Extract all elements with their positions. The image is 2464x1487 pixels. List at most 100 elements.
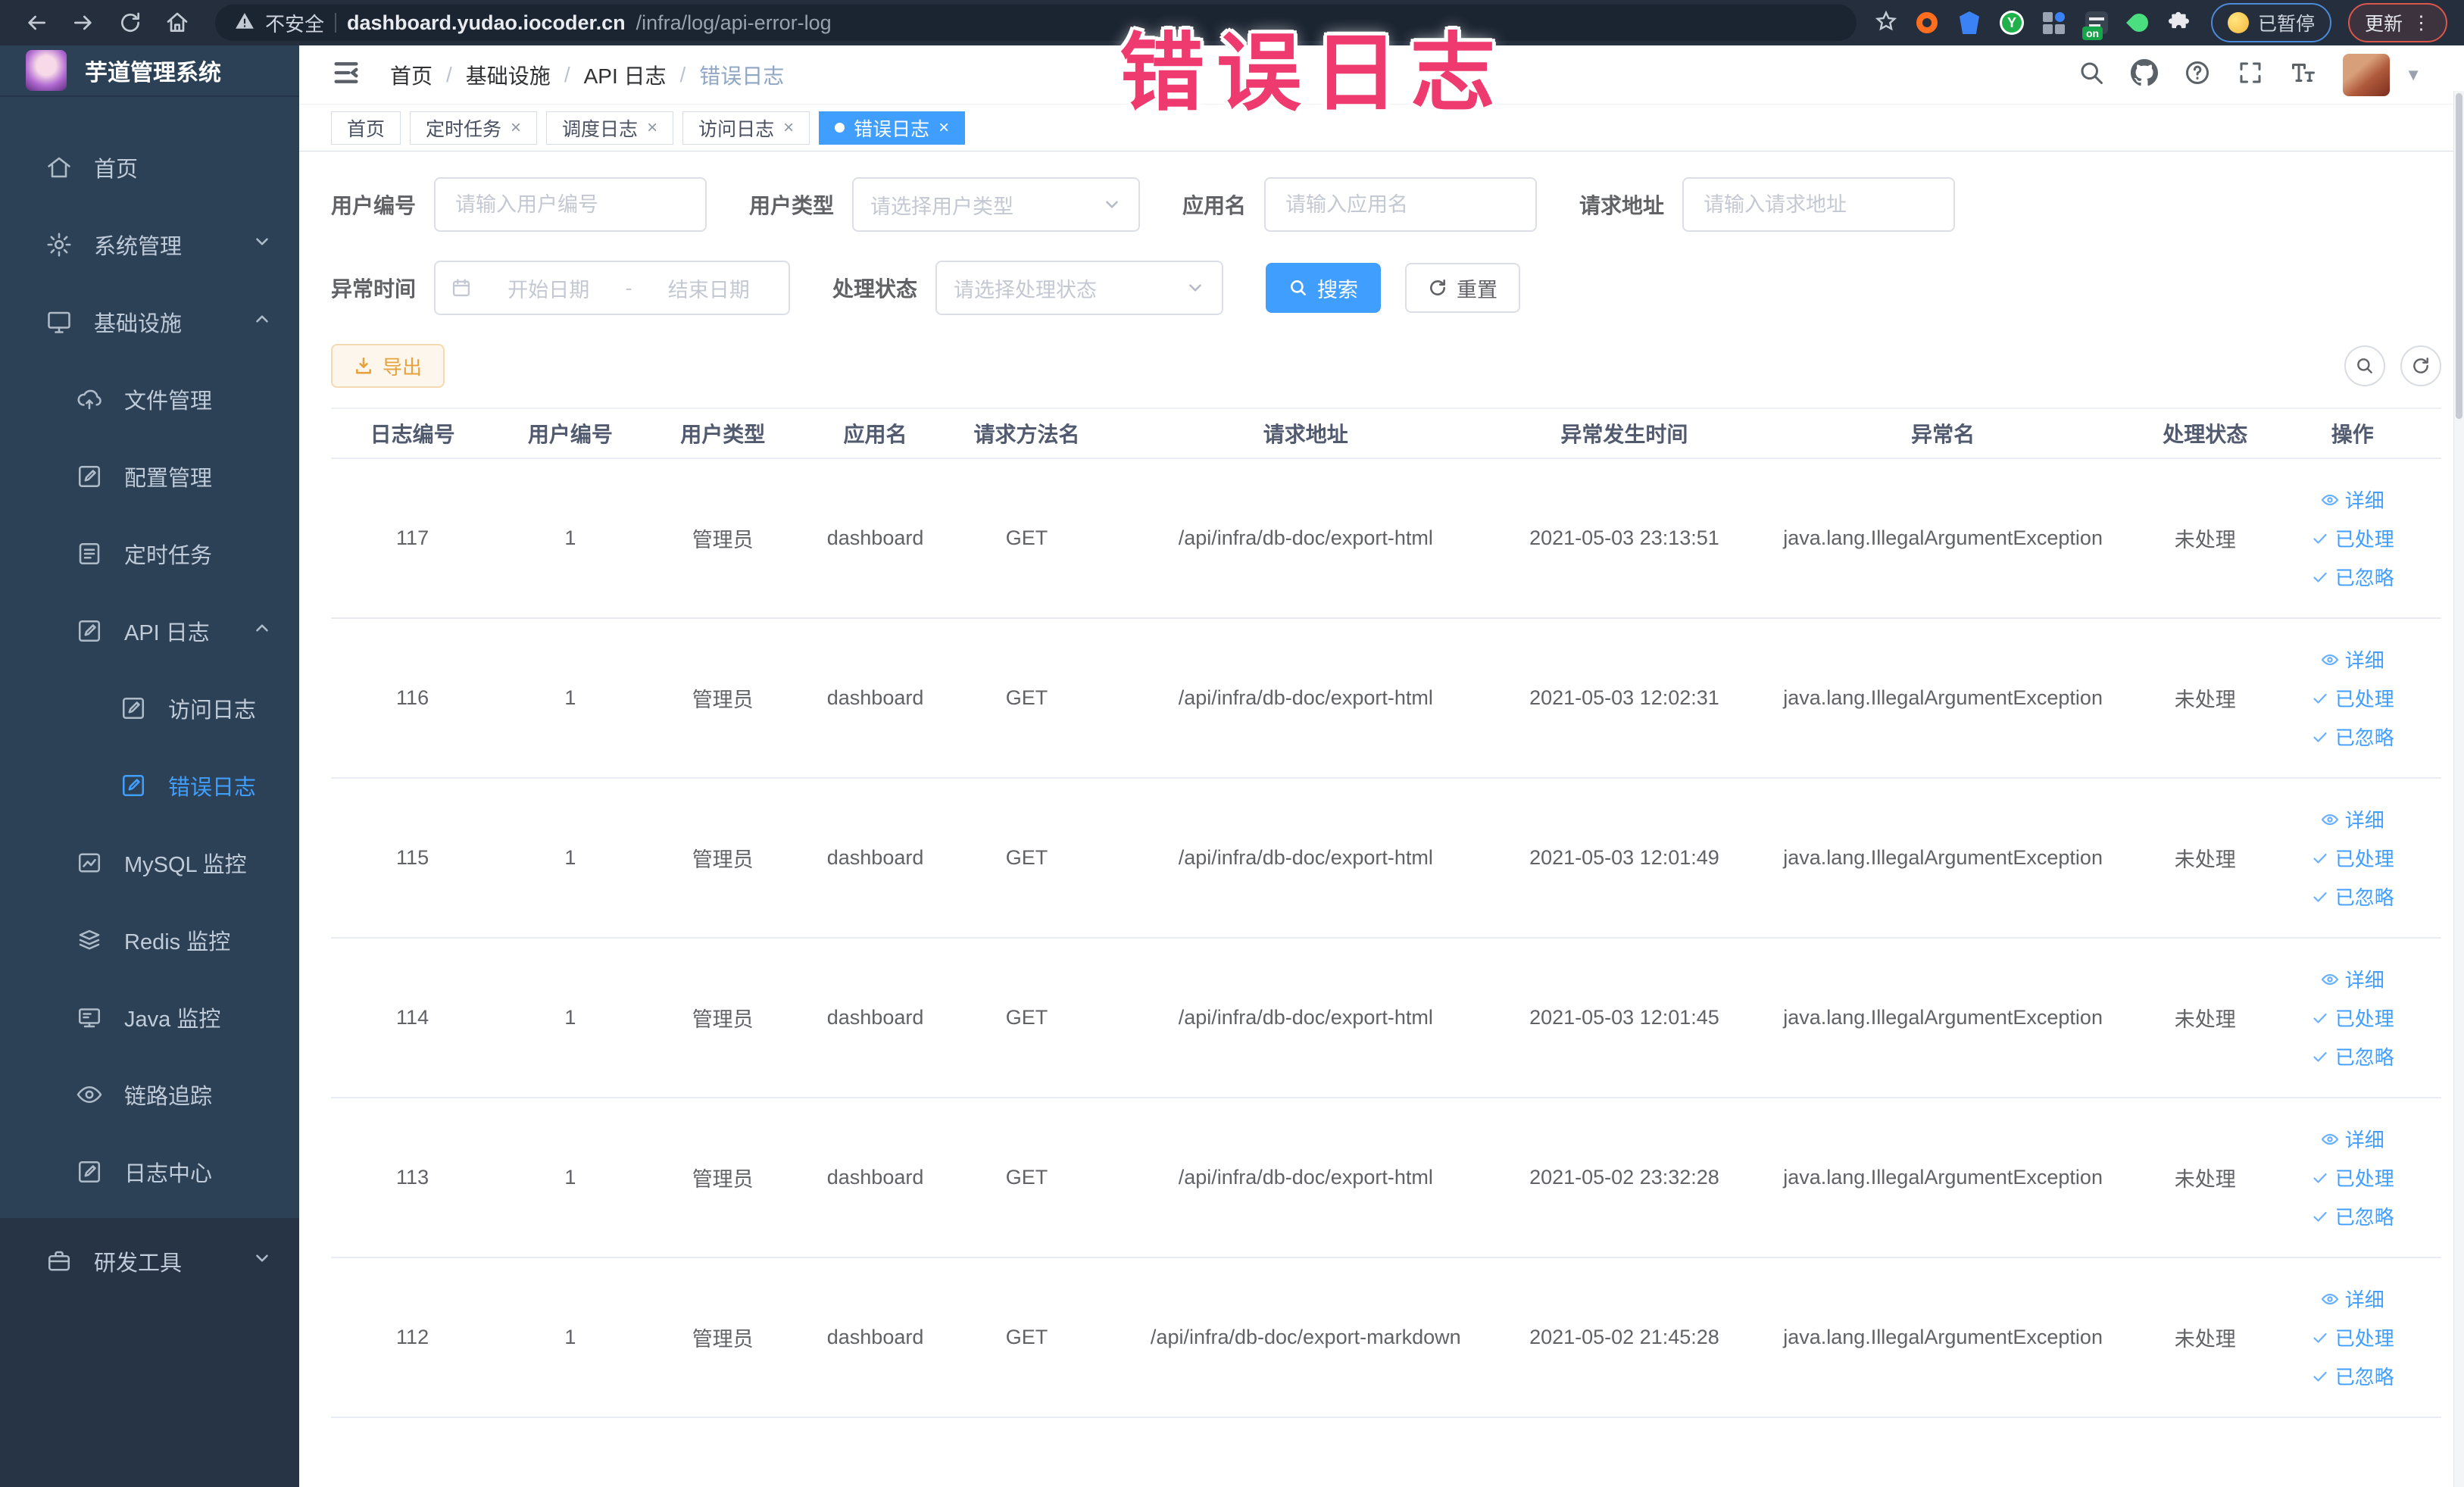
close-icon[interactable]: × [783, 117, 794, 139]
github-icon[interactable] [2131, 59, 2159, 90]
close-icon[interactable]: × [511, 117, 521, 139]
search-icon[interactable] [2078, 59, 2105, 90]
process-status-select[interactable]: 请选择处理状态 [935, 261, 1224, 315]
sidebar-item-scheduled-jobs[interactable]: 定时任务 [0, 515, 299, 592]
sidebar-item-log-center[interactable]: 日志中心 [0, 1133, 299, 1211]
sidebar-item-label: 访问日志 [168, 698, 257, 723]
bookmark-star-icon[interactable] [1875, 10, 1897, 36]
cell-time: 2021-05-02 23:32:28 [1509, 1098, 1740, 1258]
forward-button[interactable] [64, 5, 103, 40]
tab-access-log[interactable]: 访问日志 × [682, 111, 810, 145]
reset-button[interactable]: 重置 [1405, 263, 1521, 313]
action-label: 详细 [2344, 809, 2384, 832]
chevron-up-icon [252, 618, 272, 644]
extension-orange-icon[interactable] [1914, 10, 1940, 36]
request-url-input[interactable] [1682, 177, 1956, 232]
cell-method: GET [951, 1257, 1102, 1418]
detail-link[interactable]: 详细 [2321, 805, 2384, 833]
col-header-method: 请求方法名 [951, 408, 1102, 459]
sidebar-item-error-log[interactable]: 错误日志 [0, 747, 299, 824]
extension-green-icon[interactable]: Y [1999, 10, 2025, 36]
extensions-tray: Y on 已暂停 更新 ⋮ [1875, 3, 2447, 42]
exception-time-range-picker[interactable]: 开始日期 - 结束日期 [434, 261, 791, 315]
user-type-select[interactable]: 请选择用户类型 [852, 177, 1141, 232]
ignored-link[interactable]: 已忽略 [2311, 723, 2394, 751]
update-badge[interactable]: 更新 ⋮ [2347, 3, 2447, 42]
breadcrumb-item[interactable]: API 日志 [584, 60, 667, 90]
toggle-search-button[interactable] [2344, 345, 2385, 386]
ignored-link[interactable]: 已忽略 [2311, 563, 2394, 591]
breadcrumb-item[interactable]: 首页 [390, 60, 433, 90]
processed-link[interactable]: 已处理 [2311, 1004, 2394, 1032]
cell-time: 2021-05-03 12:01:49 [1509, 778, 1740, 939]
search-button[interactable]: 搜索 [1266, 263, 1382, 313]
sidebar-item-infra[interactable]: 基础设施 [0, 283, 299, 361]
ignored-link[interactable]: 已忽略 [2311, 1362, 2394, 1390]
detail-link[interactable]: 详细 [2321, 645, 2384, 673]
export-button[interactable]: 导出 [331, 344, 445, 388]
tab-home[interactable]: 首页 [331, 111, 401, 145]
address-bar[interactable]: 不安全 dashboard.yudao.iocoder.cn /infra/lo… [215, 5, 1857, 41]
sidebar-item-tracing[interactable]: 链路追踪 [0, 1056, 299, 1133]
avatar[interactable] [2343, 53, 2391, 96]
detail-link[interactable]: 详细 [2321, 1125, 2384, 1153]
font-size-icon[interactable] [2290, 59, 2317, 90]
cell-url: /api/infra/db-doc/export-html [1101, 458, 1510, 619]
extension-grid-icon[interactable] [2041, 10, 2067, 36]
scrollbar[interactable] [2453, 91, 2464, 1487]
ignored-link[interactable]: 已忽略 [2311, 1042, 2394, 1070]
sidebar-item-java-monitor[interactable]: Java 监控 [0, 979, 299, 1056]
sidebar-item-api-log[interactable]: API 日志 [0, 592, 299, 670]
sidebar-item-file-mgmt[interactable]: 文件管理 [0, 361, 299, 438]
tab-scheduled-jobs[interactable]: 定时任务 × [410, 111, 538, 145]
fullscreen-icon[interactable] [2237, 59, 2264, 90]
hamburger-icon[interactable] [331, 58, 361, 92]
sidebar-item-access-log[interactable]: 访问日志 [0, 670, 299, 747]
processed-link[interactable]: 已处理 [2311, 684, 2394, 712]
browser-menu-icon[interactable]: ⋮ [2412, 14, 2431, 33]
home-button[interactable] [158, 5, 197, 40]
detail-link[interactable]: 详细 [2321, 965, 2384, 993]
detail-link[interactable]: 详细 [2321, 1285, 2384, 1313]
caret-down-icon[interactable]: ▼ [2405, 65, 2422, 85]
help-icon[interactable] [2184, 59, 2211, 90]
reload-button[interactable] [111, 5, 150, 40]
processed-link[interactable]: 已处理 [2311, 524, 2394, 552]
sidebar-item-config-mgmt[interactable]: 配置管理 [0, 438, 299, 515]
breadcrumb-item[interactable]: 基础设施 [466, 60, 551, 90]
close-icon[interactable]: × [647, 117, 657, 139]
back-button[interactable] [17, 5, 56, 40]
extension-switch-icon[interactable]: on [2081, 10, 2110, 40]
extensions-puzzle-icon[interactable] [2168, 10, 2194, 36]
sidebar-item-mysql-monitor[interactable]: MySQL 监控 [0, 824, 299, 901]
action-label: 已忽略 [2334, 1046, 2394, 1069]
close-icon[interactable]: × [938, 117, 949, 139]
cell-user_type: 管理员 [646, 1257, 799, 1418]
sidebar-item-redis-monitor[interactable]: Redis 监控 [0, 901, 299, 979]
extension-leaf-icon[interactable] [2125, 10, 2152, 36]
sidebar-item-label: Java 监控 [124, 1007, 221, 1032]
paused-badge[interactable]: 已暂停 [2210, 3, 2331, 42]
tab-schedule-log[interactable]: 调度日志 × [546, 111, 674, 145]
sidebar-item-label: MySQL 监控 [124, 853, 247, 877]
extension-shield-icon[interactable] [1957, 10, 1982, 36]
app-name-input[interactable] [1264, 177, 1538, 232]
sidebar-item-system[interactable]: 系统管理 [0, 206, 299, 283]
scrollbar-thumb[interactable] [2456, 93, 2462, 419]
action-label: 已处理 [2334, 1327, 2394, 1350]
detail-link[interactable]: 详细 [2321, 486, 2384, 514]
ignored-link[interactable]: 已忽略 [2311, 883, 2394, 911]
not-secure-icon [235, 11, 255, 35]
cell-url: /api/infra/db-doc/export-html [1101, 938, 1510, 1098]
user-id-input[interactable] [434, 177, 707, 232]
ignored-link[interactable]: 已忽略 [2311, 1202, 2394, 1230]
refresh-table-button[interactable] [2400, 345, 2441, 386]
processed-link[interactable]: 已处理 [2311, 1164, 2394, 1192]
sidebar-item-dev-tools[interactable]: 研发工具 [0, 1223, 299, 1300]
breadcrumb-separator: / [564, 62, 570, 86]
sidebar-logo-row[interactable]: 芋道管理系统 [0, 45, 299, 97]
tab-error-log[interactable]: 错误日志 × [819, 111, 966, 145]
sidebar-item-home[interactable]: 首页 [0, 129, 299, 206]
processed-link[interactable]: 已处理 [2311, 1323, 2394, 1351]
processed-link[interactable]: 已处理 [2311, 844, 2394, 872]
